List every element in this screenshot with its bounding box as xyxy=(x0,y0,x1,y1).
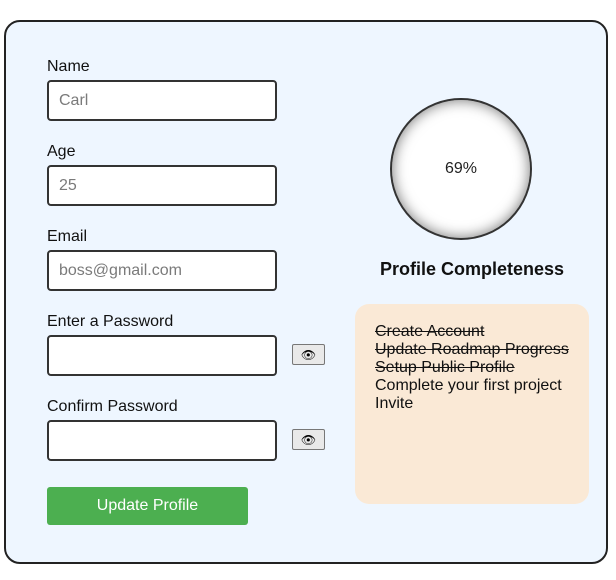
confirm-password-label: Confirm Password xyxy=(47,398,178,415)
profile-card: Name Age Email Enter a Password 👁 Confir… xyxy=(4,20,608,564)
show-confirm-password-button[interactable]: 👁 xyxy=(292,429,325,450)
update-profile-button[interactable]: Update Profile xyxy=(47,487,248,525)
completeness-value: 69% xyxy=(444,160,478,177)
show-password-button[interactable]: 👁 xyxy=(292,344,325,365)
confirm-password-input[interactable] xyxy=(47,420,277,461)
age-field: Age xyxy=(47,143,277,206)
task-item: Invite xyxy=(375,395,414,412)
name-input[interactable] xyxy=(47,80,277,121)
password-label: Enter a Password xyxy=(47,313,174,330)
task-item: Update Roadmap Progress xyxy=(375,341,569,358)
email-input[interactable] xyxy=(47,250,277,291)
eye-icon: 👁 xyxy=(300,432,317,447)
password-input[interactable] xyxy=(47,335,277,376)
name-label: Name xyxy=(47,58,90,75)
completeness-ring: 69% xyxy=(390,98,532,240)
task-item: Complete your first project xyxy=(375,377,562,394)
completeness-title: Profile Completeness xyxy=(379,259,565,279)
task-item: Create Account xyxy=(375,323,485,340)
task-list: Create Account Update Roadmap Progress Set… xyxy=(355,304,589,504)
age-label: Age xyxy=(47,143,76,160)
name-field: Name xyxy=(47,58,277,121)
task-item: Setup Public Profile xyxy=(375,359,515,376)
eye-icon: 👁 xyxy=(300,347,317,362)
confirm-password-field: Confirm Password 👁 xyxy=(47,398,325,461)
email-label: Email xyxy=(47,228,88,245)
age-input[interactable] xyxy=(47,165,277,206)
email-field: Email xyxy=(47,228,277,291)
password-field: Enter a Password 👁 xyxy=(47,313,325,376)
